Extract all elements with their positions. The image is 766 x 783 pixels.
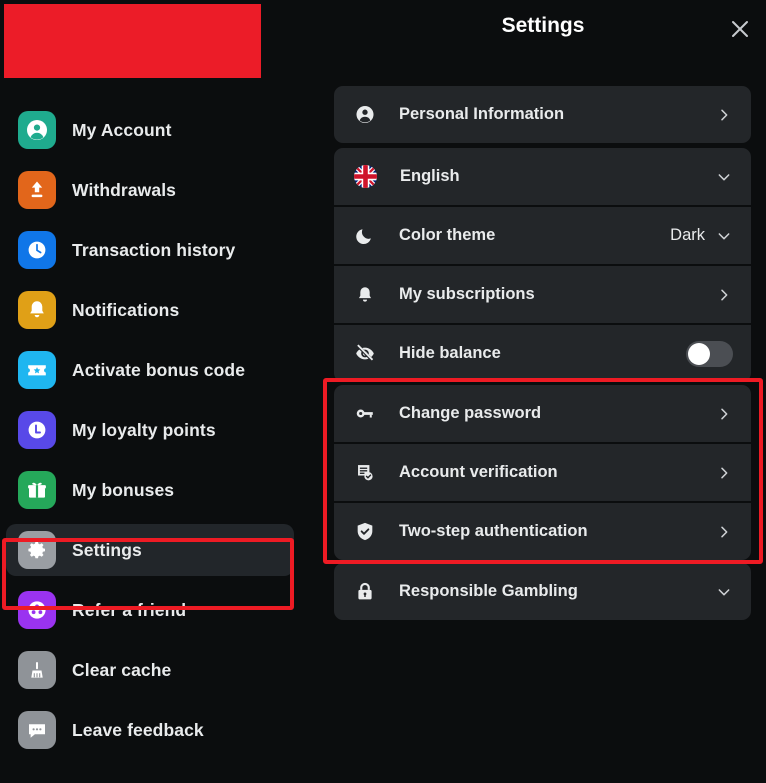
document-check-icon — [354, 462, 376, 484]
settings-row-label: My subscriptions — [399, 285, 535, 303]
chevron-right-icon[interactable] — [715, 106, 733, 124]
panel-header: Settings — [320, 0, 766, 58]
settings-row-two-step-authentication[interactable]: Two-step authentication — [334, 503, 751, 560]
settings-row-my-subscriptions[interactable]: My subscriptions — [334, 266, 751, 323]
sidebar-item-activate-bonus-code[interactable]: Activate bonus code — [6, 344, 294, 396]
chevron-down-icon[interactable] — [715, 583, 733, 601]
ticket-star-icon — [18, 351, 56, 389]
chevron-right-icon[interactable] — [715, 523, 733, 541]
settings-row-label: Responsible Gambling — [399, 582, 578, 600]
eye-off-icon — [354, 343, 376, 365]
bell-outline-icon — [354, 284, 376, 306]
settings-row-responsible-gambling[interactable]: Responsible Gambling — [334, 563, 751, 620]
settings-panel: Settings Personal Information English Colo… — [320, 0, 766, 783]
chevron-right-icon[interactable] — [715, 286, 733, 304]
sidebar-item-label: Notifications — [72, 299, 180, 320]
settings-row-color-theme[interactable]: Color theme Dark — [334, 207, 751, 264]
upload-arrow-icon — [18, 171, 56, 209]
sidebar-item-label: Settings — [72, 539, 142, 560]
sidebar-item-my-bonuses[interactable]: My bonuses — [6, 464, 294, 516]
sidebar-item-my-account[interactable]: My Account — [6, 104, 294, 156]
settings-row-label: Color theme — [399, 226, 496, 244]
chevron-right-icon[interactable] — [715, 464, 733, 482]
settings-row-value: Dark — [670, 226, 705, 244]
chat-bubble-icon — [18, 711, 56, 749]
settings-row-change-password[interactable]: Change password — [334, 385, 751, 442]
sidebar-item-settings[interactable]: Settings — [6, 524, 294, 576]
settings-row-list: Personal Information English Color theme Da… — [334, 86, 751, 622]
redacted-logo-banner — [4, 4, 261, 78]
settings-screen: My Account Withdrawals Transaction history… — [0, 0, 766, 783]
page-title: Settings — [501, 14, 585, 37]
settings-row-label: Hide balance — [399, 344, 501, 362]
sidebar-item-leave-feedback[interactable]: Leave feedback — [6, 704, 294, 756]
person-circle-icon — [354, 104, 376, 126]
sidebar-item-refer-a-friend[interactable]: Refer a friend — [6, 584, 294, 636]
settings-row-label: Personal Information — [399, 105, 565, 123]
settings-row-label: English — [400, 167, 460, 185]
settings-row-label: Two-step authentication — [399, 522, 588, 540]
chevron-down-icon[interactable] — [715, 168, 733, 186]
broom-icon — [18, 651, 56, 689]
settings-row-personal-information[interactable]: Personal Information — [334, 86, 751, 143]
settings-row-hide-balance[interactable]: Hide balance — [334, 325, 751, 382]
sidebar-item-label: My loyalty points — [72, 419, 216, 440]
sidebar-item-clear-cache[interactable]: Clear cache — [6, 644, 294, 696]
shield-check-icon — [354, 521, 376, 543]
moon-icon — [354, 225, 376, 247]
close-icon[interactable] — [723, 12, 757, 46]
chevron-down-icon[interactable] — [715, 227, 733, 245]
sidebar-item-label: My bonuses — [72, 479, 175, 500]
person-icon — [18, 111, 56, 149]
sidebar-item-label: Refer a friend — [72, 599, 187, 620]
uk-flag-icon — [354, 165, 377, 188]
settings-row-label: Account verification — [399, 463, 558, 481]
sidebar-item-label: Activate bonus code — [72, 359, 246, 380]
clock-icon — [18, 231, 56, 269]
sidebar-item-label: My Account — [72, 119, 172, 140]
sidebar-item-label: Clear cache — [72, 659, 172, 680]
settings-row-label: Change password — [399, 404, 542, 422]
settings-row-english[interactable]: English — [334, 148, 751, 205]
loyalty-l-icon — [18, 411, 56, 449]
hide-balance-toggle[interactable] — [686, 340, 733, 367]
settings-row-account-verification[interactable]: Account verification — [334, 444, 751, 501]
gear-icon — [18, 531, 56, 569]
key-icon — [354, 403, 376, 425]
bell-icon — [18, 291, 56, 329]
chevron-right-icon[interactable] — [715, 405, 733, 423]
lock-icon — [354, 581, 376, 603]
sidebar-item-label: Withdrawals — [72, 179, 177, 200]
gift-icon — [18, 471, 56, 509]
sidebar-item-label: Leave feedback — [72, 719, 204, 740]
sidebar-item-withdrawals[interactable]: Withdrawals — [6, 164, 294, 216]
sidebar-item-transaction-history[interactable]: Transaction history — [6, 224, 294, 276]
sidebar-item-my-loyalty-points[interactable]: My loyalty points — [6, 404, 294, 456]
sidebar: My Account Withdrawals Transaction history… — [0, 0, 320, 783]
toggle-knob — [688, 342, 710, 365]
sidebar-item-label: Transaction history — [72, 239, 236, 260]
sidebar-item-notifications[interactable]: Notifications — [6, 284, 294, 336]
refer-friend-icon — [18, 591, 56, 629]
